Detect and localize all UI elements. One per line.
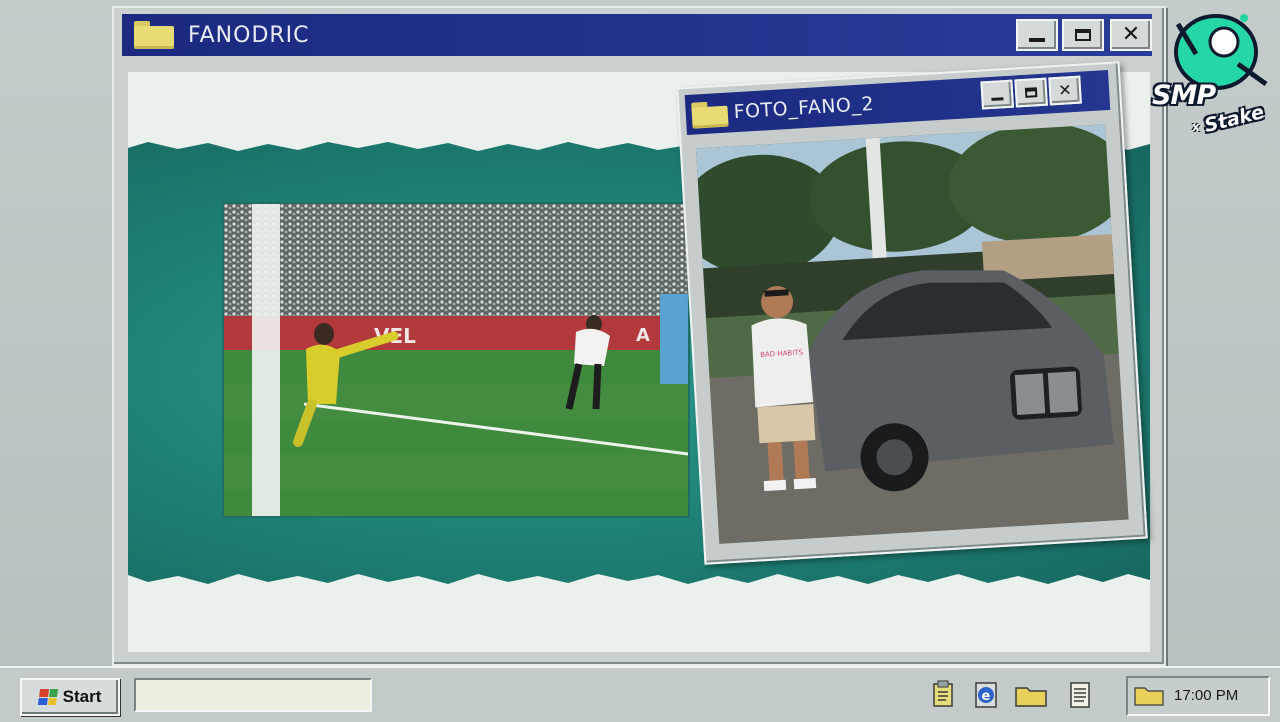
folder-icon[interactable]: [1014, 680, 1048, 710]
maximize-icon: [1075, 29, 1091, 41]
svg-text:e: e: [982, 689, 991, 704]
system-tray-clock[interactable]: 17:00 PM: [1126, 676, 1270, 716]
notepad-icon[interactable]: [1066, 680, 1094, 710]
photo-minimize-button[interactable]: [980, 79, 1014, 110]
taskbar-input[interactable]: [134, 678, 372, 712]
smp-stake-logo: SMP x Stake: [1146, 4, 1276, 138]
torn-paper-bottom: [128, 574, 1150, 652]
maximize-icon: [1024, 87, 1038, 98]
window-title: FANODRIC: [188, 23, 310, 48]
photo-image[interactable]: BAD HABITS: [695, 124, 1129, 544]
main-window-titlebar[interactable]: FANODRIC ✕: [122, 14, 1152, 56]
taskbar: Start e 17:00 PM: [0, 666, 1280, 722]
photo-window: FOTO_FANO_2 ✕ BAD HABITS: [676, 61, 1148, 565]
logo-smp-text: SMP: [1152, 80, 1216, 111]
photo-window-title: FOTO_FANO_2: [733, 92, 875, 124]
folder-icon: [691, 101, 729, 129]
minimize-icon: [1029, 38, 1045, 42]
folder-icon: [1134, 687, 1164, 706]
photo-maximize-button[interactable]: [1014, 77, 1048, 108]
clock-text: 17:00 PM: [1174, 687, 1239, 704]
folder-icon: [134, 21, 174, 49]
clipboard-icon[interactable]: [930, 680, 958, 710]
logo-separator: x: [1192, 120, 1200, 134]
minimize-icon: [991, 96, 1004, 101]
minimize-button[interactable]: [1016, 19, 1058, 51]
football-video-clip[interactable]: VEL A: [224, 204, 688, 516]
windows-logo-icon: [37, 689, 58, 705]
ad-board-text-right: A: [636, 325, 650, 346]
photo-close-button[interactable]: ✕: [1048, 75, 1082, 106]
close-icon: ✕: [1121, 22, 1141, 47]
photo-scene: BAD HABITS: [695, 124, 1129, 544]
maximize-button[interactable]: [1062, 19, 1104, 51]
football-scene: VEL A: [224, 204, 688, 516]
start-label: Start: [62, 687, 102, 706]
close-icon: ✕: [1057, 80, 1073, 100]
start-button[interactable]: Start: [20, 678, 120, 716]
desktop: FANODRIC ✕ A FOTO_FANO_2 ✕ BAD HABITS SM…: [0, 0, 1280, 722]
browser-e-icon[interactable]: e: [972, 680, 1000, 710]
